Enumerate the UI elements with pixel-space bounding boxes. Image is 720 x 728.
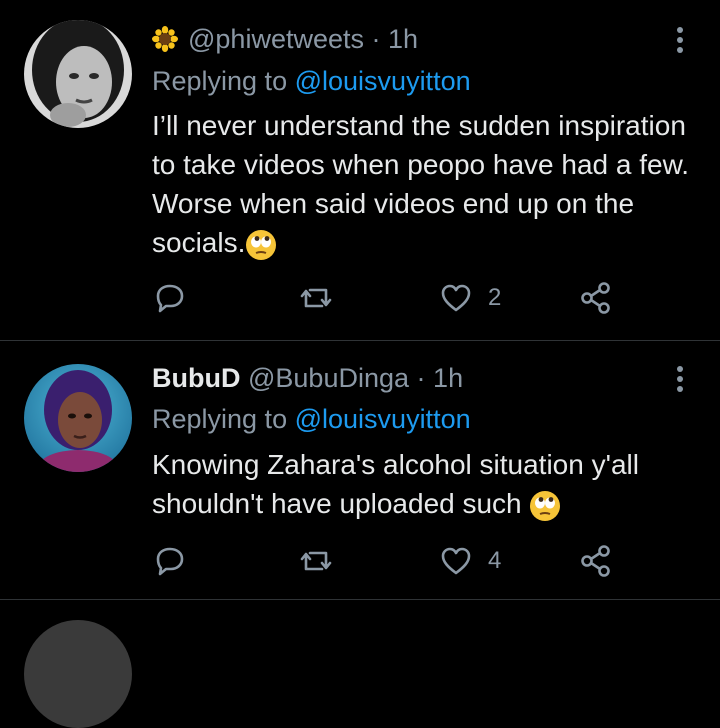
like-count: 4 <box>488 547 502 574</box>
tweet-actions: 4 <box>152 541 672 581</box>
mention-link[interactable]: @louisvuyitton <box>295 404 471 434</box>
reply-icon <box>152 280 188 316</box>
replying-to: Replying to @louisvuyitton <box>152 64 471 98</box>
share-icon <box>578 543 614 579</box>
tweet-actions: 2 <box>152 278 672 318</box>
reply-icon <box>152 543 188 579</box>
separator: · <box>371 24 381 54</box>
heart-icon <box>438 543 474 579</box>
tweet-partial[interactable] <box>0 600 720 728</box>
tweet-text: Knowing Zahara's alcohol situation y'all… <box>152 445 700 523</box>
retweet-icon <box>298 280 334 316</box>
avatar[interactable] <box>24 20 132 128</box>
timestamp[interactable]: 1h <box>388 24 418 54</box>
tweet[interactable]: @phiwetweets · 1h Replying to @louisvuyi… <box>0 0 720 340</box>
share-button[interactable] <box>578 541 614 581</box>
avatar[interactable] <box>24 620 132 728</box>
reply-button[interactable] <box>152 541 202 581</box>
retweet-button[interactable] <box>298 541 348 581</box>
tweet-header: BubuD @BubuDinga · 1h <box>152 361 463 395</box>
like-button[interactable]: 2 <box>438 278 501 318</box>
face-with-rolling-eyes-icon <box>529 490 561 522</box>
mention-link[interactable]: @louisvuyitton <box>295 66 471 96</box>
more-options-icon[interactable] <box>672 365 688 393</box>
share-button[interactable] <box>578 278 614 318</box>
tweet[interactable]: BubuD @BubuDinga · 1h Replying to @louis… <box>0 341 720 599</box>
like-button[interactable]: 4 <box>438 541 501 581</box>
retweet-button[interactable] <box>298 278 348 318</box>
separator: · <box>416 363 426 393</box>
more-options-icon[interactable] <box>672 26 688 54</box>
timestamp[interactable]: 1h <box>433 363 463 393</box>
heart-icon <box>438 280 474 316</box>
share-icon <box>578 280 614 316</box>
sunflower-icon <box>152 26 178 52</box>
face-with-rolling-eyes-icon <box>245 229 277 261</box>
replying-prefix: Replying to <box>152 66 288 96</box>
handle[interactable]: @BubuDinga <box>248 363 409 393</box>
display-name[interactable]: BubuD <box>152 363 240 393</box>
replying-prefix: Replying to <box>152 404 288 434</box>
tweet-text-content: Knowing Zahara's alcohol situation y'all… <box>152 449 639 519</box>
retweet-icon <box>298 543 334 579</box>
reply-button[interactable] <box>152 278 202 318</box>
replying-to: Replying to @louisvuyitton <box>152 402 471 436</box>
like-count: 2 <box>488 284 502 311</box>
handle[interactable]: @phiwetweets <box>188 24 364 54</box>
tweet-header: @phiwetweets · 1h <box>152 22 418 56</box>
tweet-text-content: I’ll never understand the sudden inspira… <box>152 110 690 258</box>
avatar[interactable] <box>24 364 132 472</box>
tweet-text: I’ll never understand the sudden inspira… <box>152 106 700 262</box>
